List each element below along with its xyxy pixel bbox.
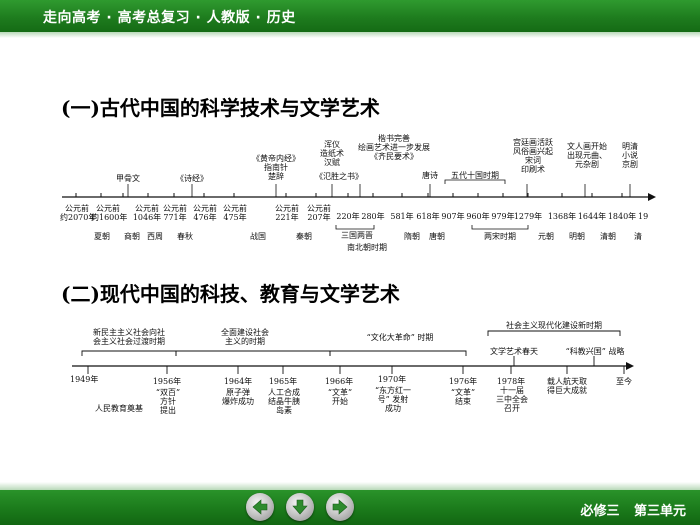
year-1970: 1970年 <box>377 375 407 384</box>
year-1965: 1965年 <box>268 377 298 386</box>
event-yidaosu: 人工合成 结晶牛胰 岛素 <box>268 388 300 415</box>
event-wenge-end: “文革” 结束 <box>450 388 476 406</box>
footer-label: 必修三 第三单元 <box>580 504 686 519</box>
year-1949: 1949年 <box>70 375 99 384</box>
year-1964: 1964年 <box>223 377 253 386</box>
event-shuangbai: “双百” 方针 提出 <box>155 388 181 415</box>
event-kejiao-xingguo: “科教兴国” 战略 <box>565 347 625 356</box>
year-1956: 1956年 <box>152 377 182 386</box>
event-dongfanghong: “东方红一 号” 发射 成功 <box>374 386 412 413</box>
modern-timeline-graphics <box>72 330 634 374</box>
modern-year-ticks <box>87 366 625 374</box>
period-transition: 新民主主义社会向社 会主义社会过渡时期 <box>93 328 165 346</box>
modern-timeline-arrowhead <box>626 362 634 370</box>
year-1978: 1978年 <box>496 377 526 386</box>
footer-bar: 必修三 第三单元 <box>0 490 700 525</box>
period-modernization: 社会主义现代化建设新时期 <box>506 321 602 330</box>
period-cultural-revolution: “文化大革命” 时期 <box>366 333 434 342</box>
year-1966: 1966年 <box>324 377 354 386</box>
modern-upper-leaders <box>513 356 595 366</box>
forward-arrow-icon <box>332 499 348 515</box>
year-zhijin: 至今 <box>616 377 632 386</box>
down-arrow-icon <box>292 499 308 515</box>
event-wenge-start: “文革” 开始 <box>327 388 353 406</box>
event-jiaoyu-dianji: 人民教育奠基 <box>95 404 143 413</box>
back-button[interactable] <box>246 493 274 521</box>
year-1976: 1976年 <box>448 377 478 386</box>
period-construction: 全面建设社会 主义的时期 <box>221 328 269 346</box>
event-yuanzidan: 原子弹 爆炸成功 <box>222 388 254 406</box>
event-shiyijie: 十一届 三中全会 召开 <box>496 386 528 413</box>
event-wenyi-chuntian: 文学艺术春天 <box>490 347 538 356</box>
footer-shadow <box>0 482 700 490</box>
down-button[interactable] <box>286 493 314 521</box>
event-hangtian: 载人航天取 得巨大成就 <box>547 377 587 395</box>
forward-button[interactable] <box>326 493 354 521</box>
back-arrow-icon <box>252 499 268 515</box>
